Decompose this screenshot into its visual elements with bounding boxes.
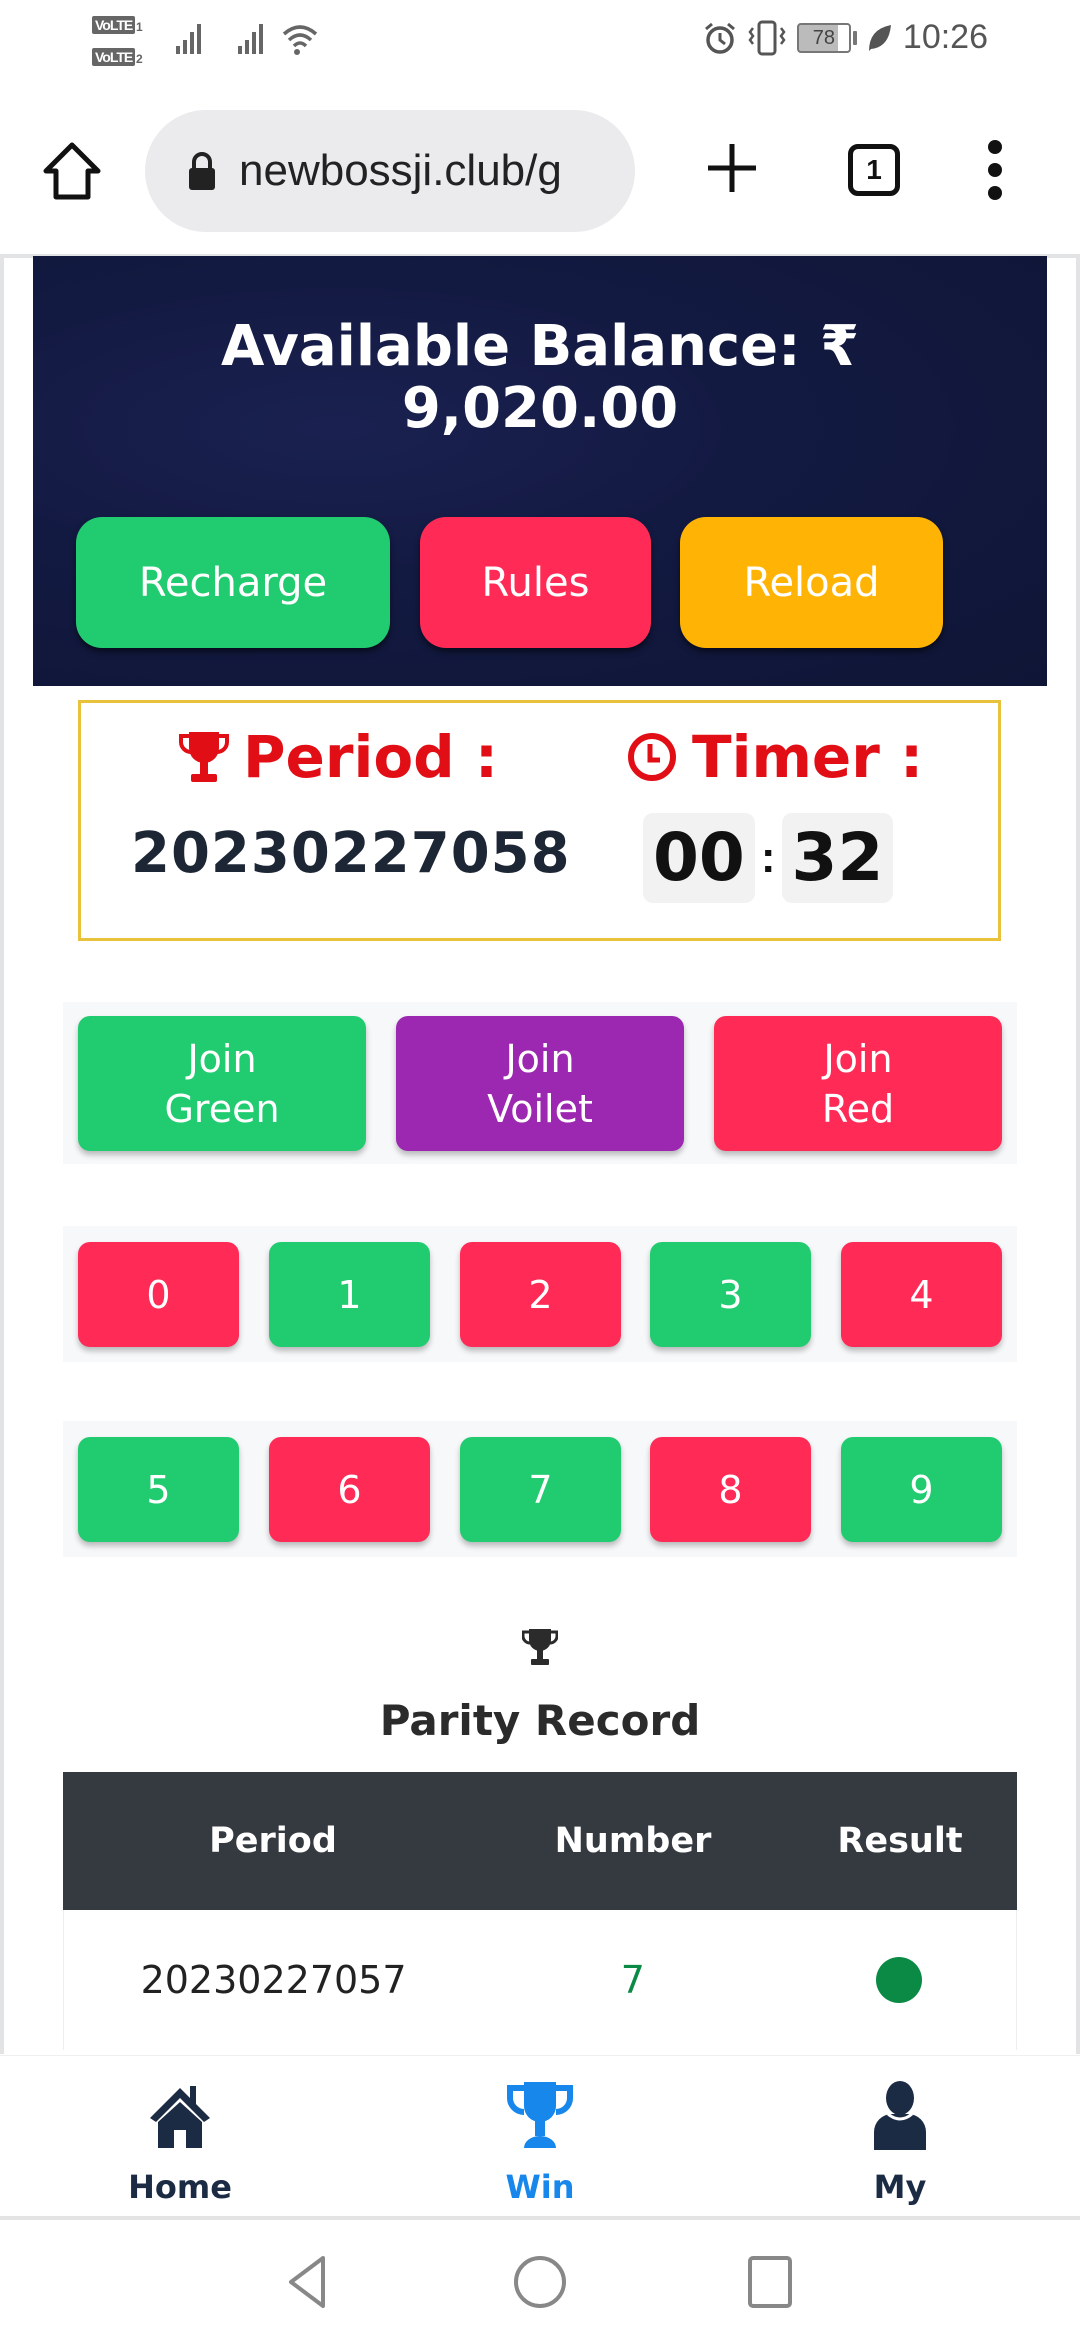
lock-icon [189, 152, 215, 190]
sim1-index: 1 [136, 20, 143, 34]
join-green-line2: Green [164, 1086, 280, 1131]
nav-win-label: Win [505, 2168, 575, 2206]
url-text[interactable]: newbossji.club/g [239, 146, 562, 196]
back-icon[interactable] [283, 2254, 339, 2310]
signal-icon [238, 24, 263, 54]
home-icon[interactable] [40, 139, 104, 203]
clock-time: 10:26 [902, 18, 988, 56]
balance-amount: 9,020.00 [401, 376, 679, 441]
number-button-0[interactable]: 0 [78, 1242, 239, 1347]
timer-separator: : [760, 833, 776, 882]
number-row-1: 0 1 2 3 4 [63, 1226, 1017, 1362]
period-timer-card: Period : Timer : 20230227058 00 : 32 [78, 700, 1001, 941]
battery-icon: 78 [796, 22, 851, 53]
current-period-number: 20230227058 [131, 821, 571, 886]
row-period: 20230227057 [140, 1958, 407, 2002]
number-button-5[interactable]: 5 [78, 1437, 239, 1542]
join-red-line2: Red [821, 1086, 895, 1131]
timer-minutes: 00 [643, 813, 755, 903]
trophy-icon [522, 1629, 558, 1665]
column-header-number: Number [554, 1821, 712, 1861]
table-row: 20230227057 7 [63, 1910, 1017, 2050]
battery-percent: 78 [812, 26, 836, 49]
volte-sim1-badge: VoLTE [92, 16, 136, 34]
leaf-icon [868, 24, 891, 51]
home-circle-icon[interactable] [512, 2254, 568, 2310]
home-icon [150, 2086, 210, 2148]
alarm-icon [704, 22, 735, 54]
number-button-9[interactable]: 9 [841, 1437, 1002, 1542]
trophy-icon [507, 2082, 573, 2148]
result-green-dot [876, 1957, 923, 2003]
status-bar: VoLTE 1 VoLTE 2 78 10:26 [0, 0, 1080, 84]
join-red-line1: Join [823, 1036, 893, 1081]
more-menu-icon[interactable] [980, 140, 1010, 200]
nav-win[interactable]: Win [440, 2080, 640, 2206]
nav-home[interactable]: Home [80, 2080, 280, 2206]
clock-icon [628, 733, 676, 781]
number-button-2[interactable]: 2 [460, 1242, 621, 1347]
reload-button[interactable]: Reload [680, 517, 943, 648]
number-button-1[interactable]: 1 [269, 1242, 430, 1347]
balance-panel: Available Balance: ₹ 9,020.00 Recharge R… [33, 256, 1047, 686]
wifi-icon [282, 25, 318, 55]
system-navigation-bar [0, 2224, 1080, 2340]
join-green-button[interactable]: Join Green [78, 1016, 366, 1151]
number-row-2: 5 6 7 8 9 [63, 1421, 1017, 1557]
period-label: Period : [243, 723, 499, 791]
table-header: Period Number Result [63, 1772, 1017, 1910]
vibrate-icon [748, 20, 786, 55]
parity-record-table: Period Number Result 20230227057 7 [63, 1772, 1017, 2050]
rules-button[interactable]: Rules [420, 517, 651, 648]
countdown-timer: 00 : 32 [643, 813, 894, 903]
bottom-navigation: Home Win My [0, 2055, 1080, 2220]
period-heading: Period : [179, 723, 498, 791]
join-violet-line1: Join [505, 1036, 575, 1081]
user-icon [874, 2081, 926, 2150]
new-tab-plus-icon[interactable] [700, 136, 764, 200]
recents-icon[interactable] [742, 2254, 798, 2310]
join-red-button[interactable]: Join Red [714, 1016, 1002, 1151]
number-button-7[interactable]: 7 [460, 1437, 621, 1542]
join-green-line1: Join [187, 1036, 257, 1081]
number-button-3[interactable]: 3 [650, 1242, 811, 1347]
row-number: 7 [620, 1958, 645, 2002]
volte-sim2-badge: VoLTE [92, 48, 136, 66]
sim2-index: 2 [136, 52, 143, 66]
join-violet-line2: Voilet [487, 1086, 593, 1131]
join-violet-button[interactable]: Join Voilet [396, 1016, 684, 1151]
nav-my-label: My [873, 2168, 927, 2206]
timer-heading: Timer : [626, 723, 923, 791]
number-button-6[interactable]: 6 [269, 1437, 430, 1542]
column-header-period: Period [209, 1821, 337, 1861]
column-header-result: Result [837, 1821, 963, 1861]
nav-my[interactable]: My [800, 2080, 1000, 2206]
status-right-cluster: 78 10:26 [703, 18, 988, 57]
row-result [783, 1957, 1017, 2003]
recharge-button[interactable]: Recharge [76, 517, 390, 648]
balance-label: Available Balance: ₹ [221, 314, 859, 379]
trophy-icon [179, 732, 229, 782]
number-button-4[interactable]: 4 [841, 1242, 1002, 1347]
parity-record-title: Parity Record [379, 1696, 701, 1745]
signal-icon [176, 24, 201, 54]
nav-home-label: Home [128, 2168, 232, 2206]
battery-tip [852, 30, 857, 45]
balance-heading: Available Balance: ₹ 9,020.00 [33, 316, 1047, 440]
browser-toolbar: newbossji.club/g 1 [0, 84, 1080, 254]
timer-seconds: 32 [781, 813, 894, 903]
timer-label: Timer : [692, 723, 924, 791]
address-bar[interactable]: newbossji.club/g [145, 110, 635, 232]
join-color-row: Join Green Join Voilet Join Red [63, 1002, 1017, 1164]
tab-switcher-button[interactable]: 1 [848, 144, 900, 196]
number-button-8[interactable]: 8 [650, 1437, 811, 1542]
